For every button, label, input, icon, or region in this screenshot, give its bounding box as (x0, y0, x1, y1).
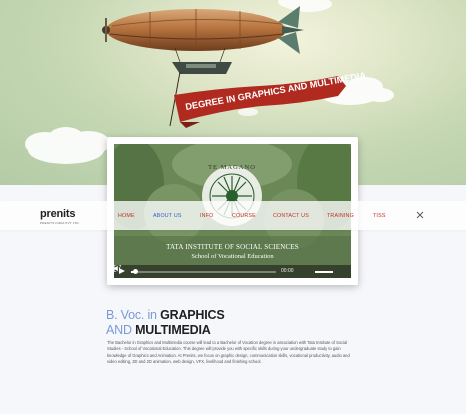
brand-logo[interactable]: prenits PRENITS INDIA PVT LTD (40, 208, 79, 226)
school-name: School of Vocational Education (191, 253, 274, 260)
nav-item-contact-us[interactable]: CONTACT US (273, 213, 309, 219)
nav-item-home[interactable]: HOME (118, 213, 135, 219)
nav-item-about-us[interactable]: ABOUT US (153, 213, 182, 219)
progress-bar[interactable] (131, 268, 276, 274)
progress-handle[interactable] (132, 268, 138, 274)
nav-item-info[interactable]: INFO (200, 213, 213, 219)
course-heading: B. Voc. in GRAPHICS AND MULTIMEDIA (106, 308, 225, 337)
seal-text: TE MAGANO (208, 164, 256, 171)
nav-item-tiss[interactable]: TISS (373, 213, 386, 219)
volume-slider[interactable] (315, 270, 333, 273)
time-display: 00:00 (281, 268, 294, 274)
main-navbar: prenits PRENITS INDIA PVT LTD HOME ABOUT… (0, 201, 466, 230)
heading-and: AND (106, 322, 136, 337)
logo-subtext: PRENITS INDIA PVT LTD (40, 221, 79, 225)
close-icon[interactable] (416, 211, 424, 219)
video-controls: 00:00 (114, 265, 351, 278)
heading-graphics: GRAPHICS (160, 308, 225, 322)
cloud-left (25, 127, 110, 164)
nav-item-course[interactable]: COURSE (232, 213, 256, 219)
nav-item-training[interactable]: TRAINING (327, 213, 354, 219)
heading-prefix: B. Voc. in (106, 308, 161, 322)
course-description: The Bachelor in Graphics and Multimedia … (107, 340, 350, 365)
logo-wordmark: prenits (40, 208, 76, 220)
fullscreen-icon[interactable] (114, 265, 121, 272)
institute-name: TATA INSTITUTE OF SOCIAL SCIENCES (166, 243, 299, 251)
heading-multimedia: MULTIMEDIA (135, 322, 211, 337)
cloud-top (278, 0, 332, 12)
